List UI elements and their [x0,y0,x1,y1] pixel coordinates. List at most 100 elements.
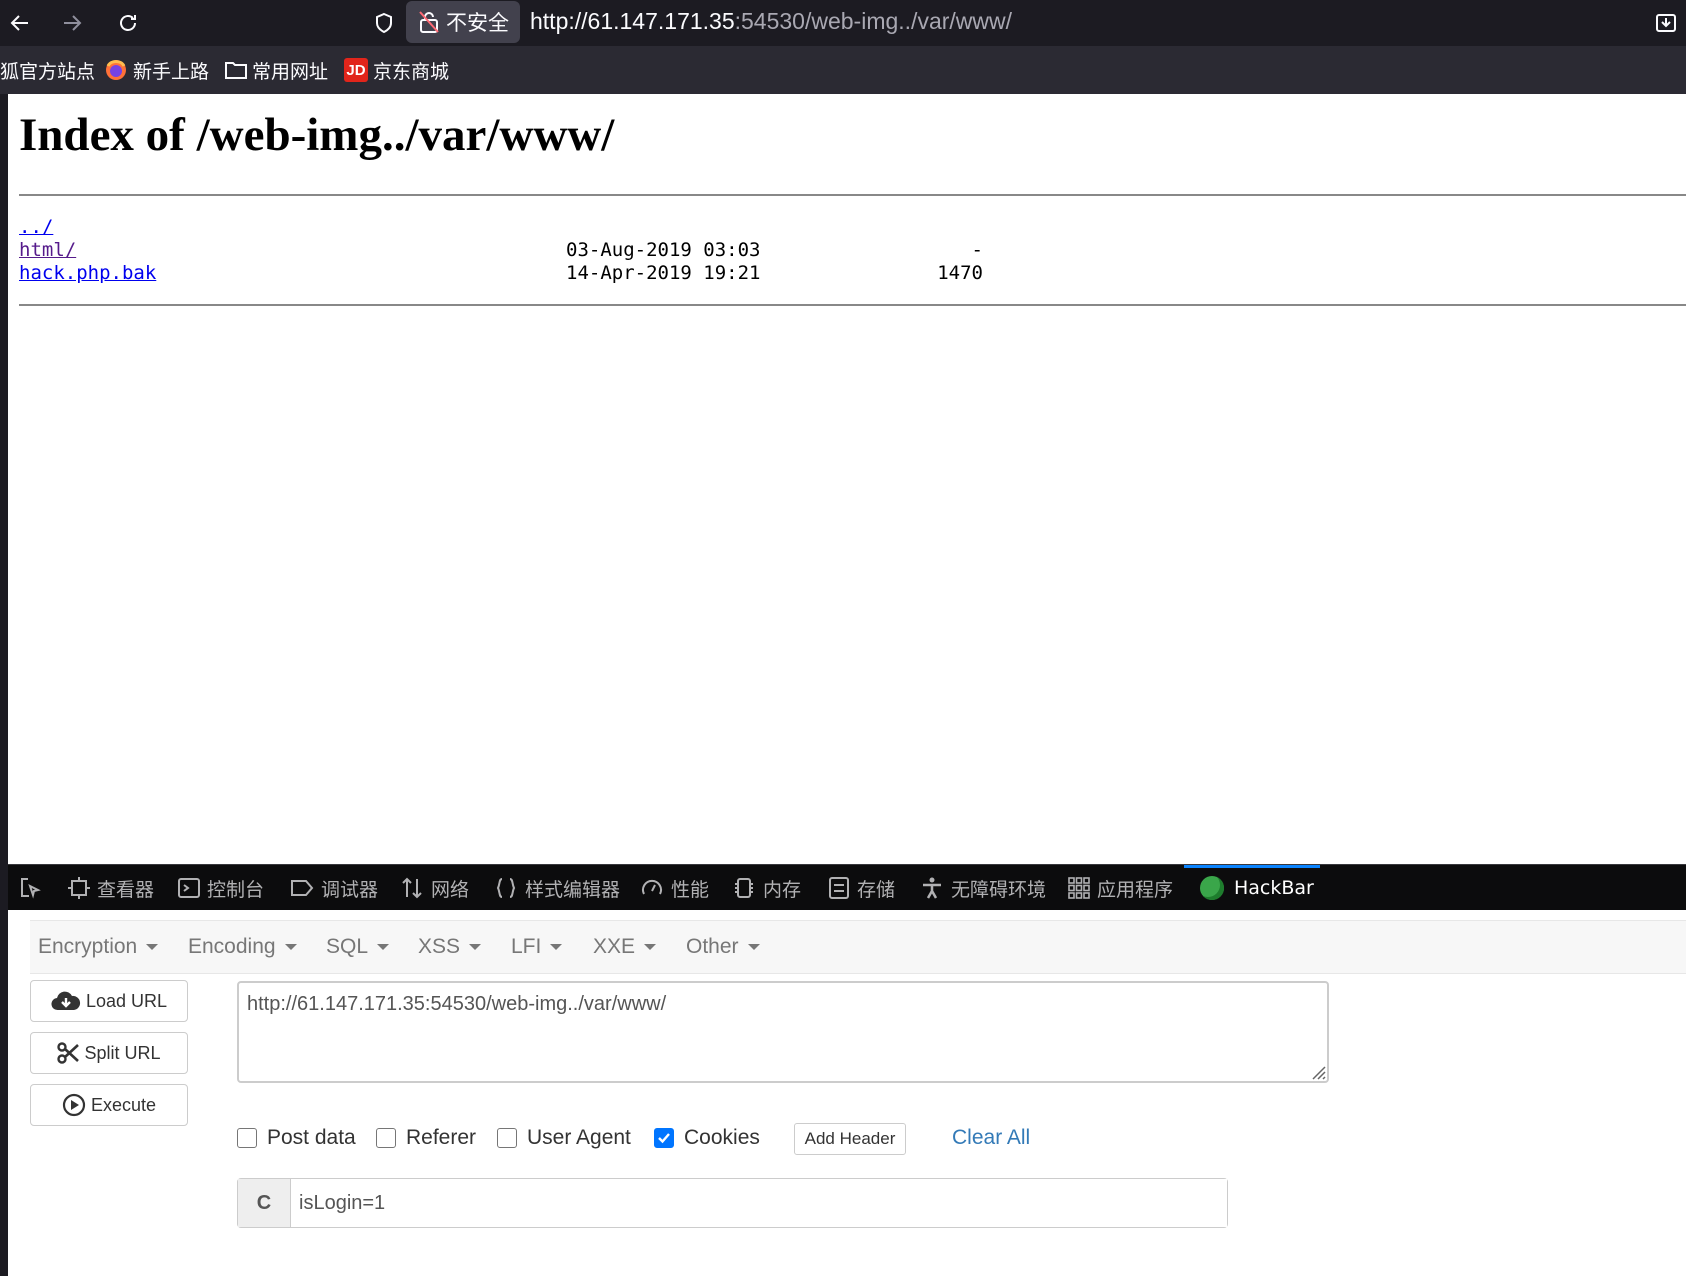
resize-grip-icon[interactable] [1308,1062,1326,1080]
insecure-lock-icon [419,11,439,33]
menu-lfi[interactable]: LFI [511,935,563,959]
tab-storage[interactable]: 存储 [828,865,895,911]
menu-label: LFI [511,935,542,958]
menu-encoding[interactable]: Encoding [188,935,297,959]
tab-label: 样式编辑器 [525,878,621,901]
add-header-button[interactable]: Add Header [794,1123,906,1155]
tab-label: 控制台 [207,878,265,901]
cookie-input[interactable] [291,1179,1227,1227]
tracking-protection-button[interactable] [368,7,400,39]
divider [19,194,1686,196]
element-picker-button[interactable] [18,865,49,911]
firefox-icon [106,60,126,80]
button-label: Split URL [84,1042,161,1063]
clear-all-link[interactable]: Clear All [952,1126,1030,1150]
menu-xxe[interactable]: XXE [593,935,657,959]
site-security-indicator[interactable]: 不安全 [406,1,520,43]
bookmark-label: 京东商城 [373,60,450,83]
app-grid-icon [1068,877,1090,899]
button-label: Execute [90,1094,157,1115]
menu-label: Other [686,935,739,958]
tab-accessibility[interactable]: 无障碍环境 [920,865,1046,911]
tab-console[interactable]: 控制台 [178,865,264,911]
url-path: :54530/web-img../var/www/ [734,8,1013,34]
pick-element-icon [21,878,41,899]
tab-network[interactable]: 网络 [400,865,469,911]
tab-label: 无障碍环境 [951,878,1047,901]
tab-label: 内存 [763,878,802,901]
hackbar-menubar: Encryption Encoding SQL XSS LFI XXE Othe… [30,920,1686,974]
post-data-checkbox[interactable] [237,1128,257,1148]
memory-chip-icon [735,878,753,898]
back-arrow-icon [10,15,28,31]
inspector-icon [68,877,90,899]
option-label: Cookies [684,1126,760,1149]
reload-button[interactable] [112,7,144,39]
tab-label: HackBar [1234,877,1314,899]
bookmark-getting-started[interactable]: 新手上路 [104,56,209,84]
entry-link[interactable]: hack.php.bak [19,262,156,285]
tab-hackbar[interactable]: HackBar [1184,865,1320,908]
entry-date: 14-Apr-2019 19:21 [566,262,761,284]
gauge-icon [642,879,662,895]
downloads-button[interactable] [1650,7,1682,39]
execute-button[interactable]: Execute [30,1084,188,1126]
jd-logo-icon: JD [344,58,368,82]
post-data-option[interactable]: Post data [237,1126,356,1150]
bookmark-common-sites[interactable]: 常用网址 [225,56,328,84]
cookies-option[interactable]: Cookies [654,1126,760,1150]
tab-style-editor[interactable]: 样式编辑器 [494,865,620,911]
tab-memory[interactable]: 内存 [732,865,801,911]
entry-size: - [971,239,983,261]
folder-icon [225,62,247,79]
console-icon [178,878,200,898]
tab-label: 应用程序 [1097,878,1174,901]
entry-size: 1470 [937,262,983,284]
referer-checkbox[interactable] [376,1128,396,1148]
browser-toolbar: 不安全 http://61.147.171.35:54530/web-img..… [0,0,1686,46]
forward-arrow-icon [64,15,82,31]
url-textarea[interactable]: http://61.147.171.35:54530/web-img../var… [237,981,1329,1083]
listing-row: ../ [19,216,1019,239]
load-url-button[interactable]: Load URL [30,980,188,1022]
tab-performance[interactable]: 性能 [640,865,709,911]
listing-row: hack.php.bak 14-Apr-2019 19:21 1470 [19,262,1019,285]
split-url-button[interactable]: Split URL [30,1032,188,1074]
menu-label: Encryption [38,935,138,958]
tab-label: 存储 [857,878,896,901]
menu-sql[interactable]: SQL [326,935,390,959]
storage-icon [829,877,849,899]
tab-inspector[interactable]: 查看器 [68,865,154,911]
caret-down-icon [469,944,482,951]
referer-option[interactable]: Referer [376,1126,476,1150]
tab-application[interactable]: 应用程序 [1068,865,1173,911]
user-agent-option[interactable]: User Agent [497,1126,631,1150]
menu-label: XXE [593,935,636,958]
menu-label: XSS [418,935,461,958]
menu-label: Encoding [188,935,276,958]
url-host: http://61.147.171.35 [530,8,735,34]
listing-row: html/ 03-Aug-2019 03:03 - [19,239,1019,262]
bookmark-official-site[interactable]: 狐官方站点 [0,56,95,84]
menu-encryption[interactable]: Encryption [38,935,159,959]
forward-button[interactable] [56,7,88,39]
menu-xss[interactable]: XSS [418,935,482,959]
bookmark-jd-mall[interactable]: JD 京东商城 [344,56,449,84]
cookies-checkbox[interactable] [654,1128,674,1148]
option-label: Post data [267,1126,356,1149]
hackbar-logo-icon [1200,876,1224,900]
caret-down-icon [377,944,390,951]
user-agent-checkbox[interactable] [497,1128,517,1148]
entry-link[interactable]: html/ [19,239,76,262]
play-circle-icon [62,1093,86,1117]
address-bar[interactable]: http://61.147.171.35:54530/web-img../var… [530,8,1012,35]
entry-link[interactable]: ../ [19,216,53,239]
menu-other[interactable]: Other [686,935,760,959]
option-label: User Agent [527,1126,631,1149]
security-label: 不安全 [446,11,509,35]
option-label: Referer [406,1126,477,1149]
bookmarks-toolbar: 狐官方站点 新手上路 常用网址 JD 京东商城 [0,46,1686,94]
tab-debugger[interactable]: 调试器 [290,865,378,911]
back-button[interactable] [4,7,36,39]
bookmark-label: 常用网址 [252,60,329,83]
